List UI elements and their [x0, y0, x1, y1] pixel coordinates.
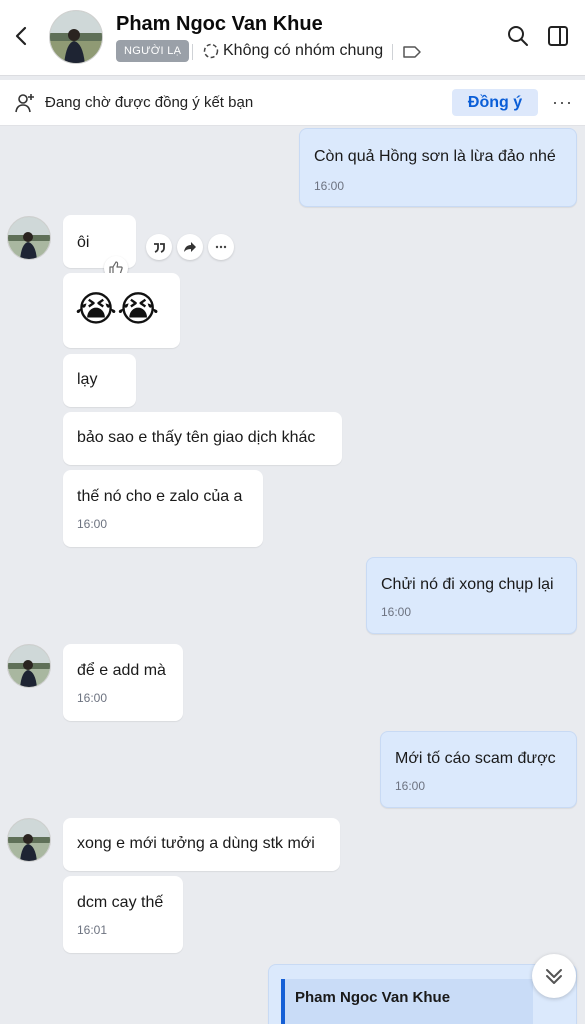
message-text: bảo sao e thấy tên giao dịch khác [77, 429, 316, 446]
more-options-button[interactable]: ··· [552, 92, 573, 113]
message-text: xong e mới tưởng a dùng stk mới [77, 835, 315, 852]
message-text: để e add mà [77, 662, 166, 679]
quoted-author: Pham Ngoc Van Khue [295, 989, 451, 1006]
side-panel-icon[interactable] [546, 24, 570, 48]
message-bubble-outgoing[interactable]: Chửi nó đi xong chụp lại 16:00 [366, 557, 577, 634]
divider [192, 44, 193, 60]
contact-name[interactable]: Pham Ngoc Van Khue [116, 13, 323, 36]
message-bubble-outgoing[interactable]: Mới tố cáo scam được 16:00 [380, 731, 577, 808]
avatar[interactable] [7, 216, 51, 260]
forward-icon[interactable] [177, 234, 203, 260]
message-bubble-incoming[interactable]: bảo sao e thấy tên giao dịch khác [63, 412, 342, 465]
message-text: Chửi nó đi xong chụp lại [381, 576, 554, 593]
message-text: thế nó cho e zalo của a [77, 488, 243, 505]
message-time: 16:00 [395, 779, 426, 793]
message-time: 16:00 [314, 179, 345, 193]
add-friend-icon [15, 94, 34, 113]
search-icon[interactable] [506, 24, 530, 48]
message-time: 16:01 [77, 923, 108, 937]
stranger-badge: NGƯỜI LẠ [116, 40, 190, 62]
group-icon [203, 43, 219, 59]
message-text: Còn quả Hồng sơn là lừa đảo nhé [314, 148, 556, 165]
message-text: lạy [77, 371, 98, 388]
tag-icon[interactable] [402, 44, 422, 60]
avatar[interactable] [7, 818, 51, 862]
message-bubble-incoming[interactable]: để e add mà 16:00 [63, 644, 183, 721]
chevron-left-icon[interactable] [10, 24, 34, 48]
common-groups-text[interactable]: Không có nhóm chung [223, 42, 383, 60]
message-text: Mới tố cáo scam được [395, 750, 556, 767]
chat-header: Pham Ngoc Van Khue NGƯỜI LẠ Không có nhó… [0, 0, 585, 76]
more-horizontal-icon[interactable] [208, 234, 234, 260]
message-text: ôi [77, 234, 90, 251]
message-time: 16:00 [77, 517, 108, 531]
avatar[interactable] [49, 10, 103, 64]
message-bubble-incoming[interactable]: lạy [63, 354, 136, 407]
avatar[interactable] [7, 644, 51, 688]
quoted-message[interactable]: Pham Ngoc Van Khue [281, 979, 533, 1024]
message-bubble-incoming[interactable]: xong e mới tưởng a dùng stk mới [63, 818, 340, 871]
quote-icon[interactable] [146, 234, 172, 260]
message-list[interactable]: Còn quả Hồng sơn là lừa đảo nhé 16:00 ôi… [0, 126, 585, 1024]
message-text: dcm cay thế [77, 894, 164, 911]
friend-request-status: Đang chờ được đồng ý kết bạn [45, 94, 254, 111]
message-bubble-outgoing[interactable]: Còn quả Hồng sơn là lừa đảo nhé 16:00 [299, 128, 577, 207]
friend-request-bar: Đang chờ được đồng ý kết bạn Đồng ý ··· [0, 80, 585, 126]
double-chevron-down-icon[interactable] [532, 954, 576, 998]
emoji-message: 😭😭 [75, 288, 160, 329]
message-time: 16:00 [381, 605, 412, 619]
divider [392, 44, 393, 60]
message-time: 16:00 [77, 691, 108, 705]
message-bubble-incoming[interactable]: dcm cay thế 16:01 [63, 876, 183, 953]
message-bubble-incoming[interactable]: 😭😭 [63, 273, 180, 348]
message-bubble-incoming[interactable]: thế nó cho e zalo của a 16:00 [63, 470, 263, 547]
accept-button[interactable]: Đồng ý [452, 89, 538, 116]
